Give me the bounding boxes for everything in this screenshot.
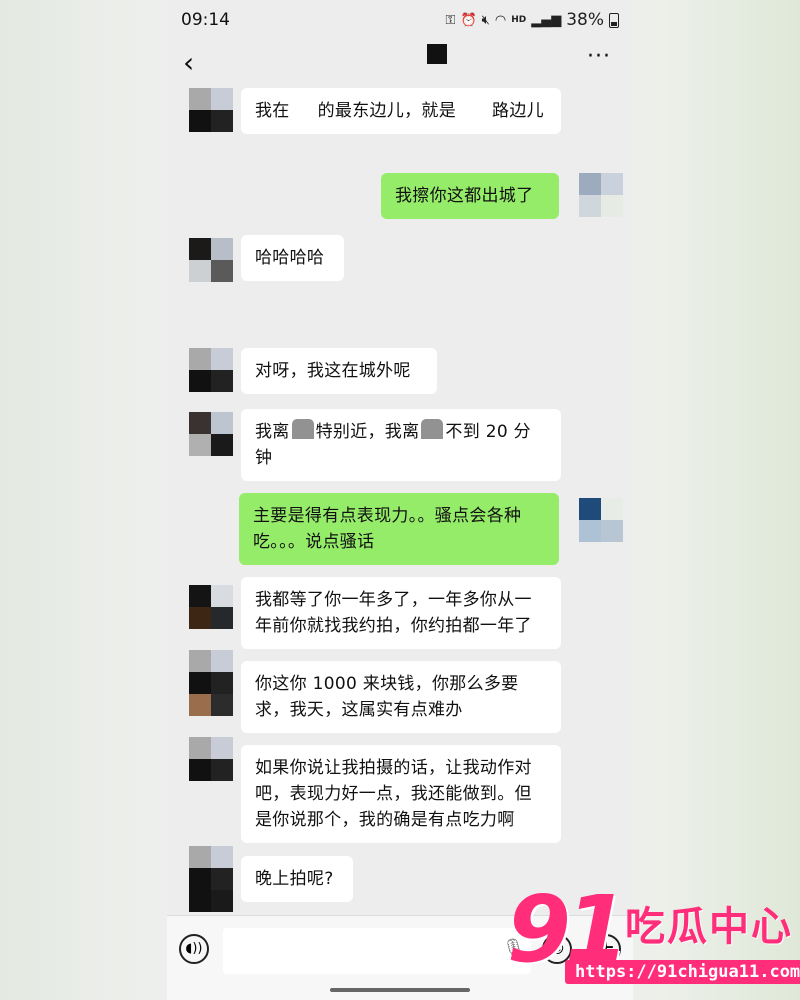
avatar[interactable]	[189, 846, 233, 912]
redaction-blot	[421, 419, 444, 439]
message-bubble-incoming: 晚上拍呢?	[241, 856, 353, 902]
watermark-url: https://91chigua11.com	[565, 960, 800, 984]
avatar[interactable]	[189, 238, 233, 282]
home-indicator	[330, 988, 470, 992]
message-bubble-incoming: 你这你 1000 来块钱，你那么多要求，我天，这属实有点难办	[241, 661, 561, 733]
more-icon[interactable]: ···	[587, 44, 611, 69]
avatar[interactable]	[189, 412, 233, 456]
message-bubble-incoming: 我离 特别近，我离 不到 20 分钟	[241, 409, 561, 481]
chat-title-redacted	[427, 44, 447, 64]
voice-icon[interactable]: ◖))	[179, 934, 209, 964]
wifi-icon: ◠	[494, 12, 507, 28]
message-bubble-incoming: 我在 的最东边儿，就是 路边儿	[241, 88, 561, 134]
message-bubble-outgoing: 我擦你这都出城了	[381, 173, 559, 219]
message-input[interactable]	[223, 928, 531, 974]
mute-icon: 🔇︎	[481, 12, 490, 28]
message-bubble-incoming: 对呀，我这在城外呢	[241, 348, 437, 394]
avatar[interactable]	[189, 585, 233, 629]
phone-screen: 09:14 ⚿ ⏰ 🔇︎ ◠ HD ▂▄▆ 38% ‹ ··· 我在 的最东边儿，…	[167, 0, 633, 1000]
redaction-blot	[291, 419, 314, 439]
network-label: HD	[511, 15, 527, 25]
message-bubble-outgoing: 主要是得有点表现力。。骚点会各种吃。。。说点骚话	[239, 493, 559, 565]
avatar[interactable]	[189, 737, 233, 781]
avatar[interactable]	[579, 173, 623, 217]
battery-icon	[609, 12, 619, 28]
message-bubble-incoming: 如果你说让我拍摄的话，让我动作对吧，表现力好一点，我还能做到。但是你说那个，我的…	[241, 745, 561, 843]
status-bar: 09:14 ⚿ ⏰ 🔇︎ ◠ HD ▂▄▆ 38%	[167, 0, 633, 40]
chat-header: ‹ ···	[167, 40, 633, 84]
message-bubble-incoming: 我都等了你一年多了，一年多你从一年前你就找我约拍，你约拍都一年了	[241, 577, 561, 649]
watermark: 91 吃瓜中心 https://91chigua11.com	[505, 880, 800, 995]
avatar[interactable]	[189, 650, 233, 716]
status-icons: ⚿ ⏰ 🔇︎ ◠ HD ▂▄▆ 38%	[446, 10, 619, 30]
avatar[interactable]	[579, 498, 623, 542]
alarm-icon: ⏰	[460, 12, 477, 28]
signal-icon: ▂▄▆	[531, 12, 562, 28]
key-icon: ⚿	[445, 12, 456, 28]
status-time: 09:14	[181, 10, 230, 30]
avatar[interactable]	[189, 348, 233, 392]
message-bubble-incoming: 哈哈哈哈	[241, 235, 344, 281]
back-icon[interactable]: ‹	[183, 46, 194, 79]
watermark-name: 吃瓜中心	[625, 904, 793, 950]
avatar[interactable]	[189, 88, 233, 132]
battery-percent: 38%	[566, 10, 604, 30]
